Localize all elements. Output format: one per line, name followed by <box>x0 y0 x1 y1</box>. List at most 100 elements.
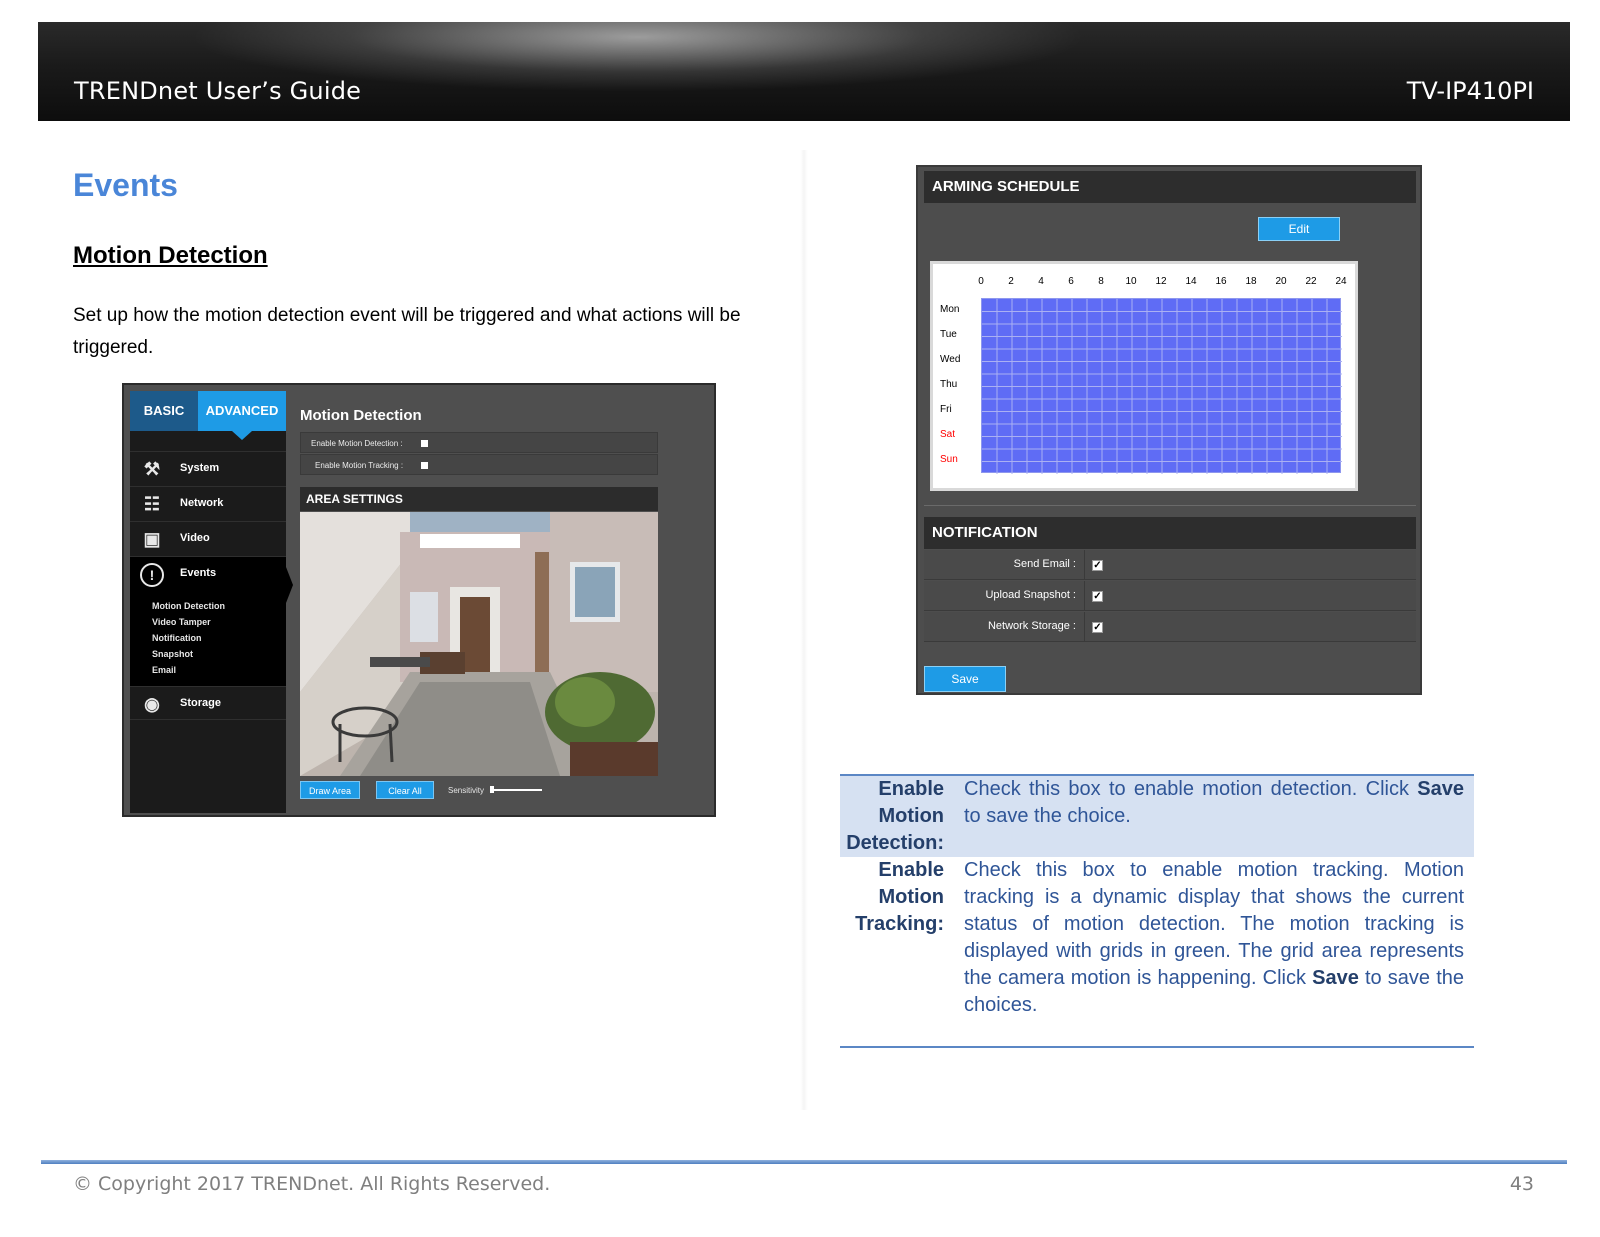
table-row: Enable Motion Detection: Check this box … <box>840 776 1474 857</box>
enable-motion-tracking-checkbox[interactable] <box>421 462 428 469</box>
notification-header: NOTIFICATION <box>924 517 1416 549</box>
storage-disk-icon: ◉ <box>144 694 160 714</box>
camera-main-panel: Motion Detection Enable Motion Detection… <box>294 391 710 813</box>
system-tools-icon: ⚒ <box>143 459 161 479</box>
send-email-checkbox[interactable]: ✓ <box>1092 560 1103 571</box>
page-header: TRENDnet User’s Guide TV-IP410PI <box>38 22 1570 121</box>
day-label: Tue <box>940 329 957 340</box>
exclamation-icon: ! <box>140 563 164 587</box>
definition-text: to save the choice. <box>964 805 1131 827</box>
day-label: Wed <box>940 354 961 365</box>
edit-schedule-button[interactable]: Edit <box>1258 217 1340 241</box>
upload-snapshot-label: Upload Snapshot : <box>985 589 1076 601</box>
enable-motion-tracking-label: Enable Motion Tracking : <box>315 461 404 470</box>
network-icon: ☷ <box>143 494 161 514</box>
network-storage-checkbox[interactable]: ✓ <box>1092 622 1103 633</box>
arming-notification-panel: ARMING SCHEDULE Edit 0 2 4 6 8 10 12 14 … <box>916 165 1422 695</box>
table-definition: Check this box to enable motion tracking… <box>952 857 1474 1019</box>
tab-basic[interactable]: BASIC <box>130 391 198 431</box>
enable-motion-tracking-row: Enable Motion Tracking : <box>300 454 658 475</box>
hour-label: 20 <box>1275 276 1287 287</box>
sidebar-item-video[interactable]: ▣ Video <box>130 521 286 555</box>
submenu-notification[interactable]: Notification <box>152 633 202 643</box>
row-divider <box>1084 550 1085 580</box>
day-label: Fri <box>940 404 952 415</box>
sidebar-item-storage[interactable]: ◉ Storage <box>130 686 286 720</box>
footer-rule <box>41 1160 1567 1164</box>
clear-all-button[interactable]: Clear All <box>376 781 434 799</box>
hour-label: 18 <box>1245 276 1257 287</box>
draw-area-button[interactable]: Draw Area <box>300 781 360 799</box>
table-row: Enable Motion Tracking: Check this box t… <box>840 857 1474 1019</box>
tab-advanced[interactable]: ADVANCED <box>198 391 286 431</box>
sidebar-item-label: Network <box>180 497 224 509</box>
copyright: © Copyright 2017 TRENDnet. All Rights Re… <box>73 1173 551 1195</box>
term-line: Detection: <box>846 832 944 854</box>
sidebar-item-label: System <box>180 462 220 474</box>
active-tab-pointer <box>232 431 252 440</box>
table-definition: Check this box to enable motion detectio… <box>952 776 1474 857</box>
day-label: Thu <box>940 379 958 390</box>
arming-schedule-header: ARMING SCHEDULE <box>924 171 1416 203</box>
upload-snapshot-row: Upload Snapshot : ✓ <box>924 581 1416 611</box>
enable-motion-detection-label: Enable Motion Detection : <box>311 439 403 448</box>
sidebar-item-events[interactable]: ! Events Motion Detection Video Tamper N… <box>130 556 286 686</box>
column-divider <box>800 150 808 1110</box>
table-term: Enable Motion Tracking: <box>840 857 952 1019</box>
enable-motion-detection-checkbox[interactable] <box>421 440 428 447</box>
schedule-grid[interactable] <box>981 298 1342 474</box>
video-camera-icon: ▣ <box>143 529 161 549</box>
term-line: Motion <box>878 886 944 908</box>
sidebar-item-label: Events <box>180 567 217 579</box>
settings-description-table: Enable Motion Detection: Check this box … <box>840 774 1474 1019</box>
submenu-motion-detection[interactable]: Motion Detection <box>152 601 225 611</box>
term-line: Tracking: <box>855 913 944 935</box>
definition-bold: Save <box>1312 967 1359 989</box>
day-label-weekend: Sat <box>940 429 956 440</box>
hour-label: 4 <box>1038 276 1044 287</box>
schedule-grid-lines <box>982 299 1342 474</box>
sidebar-item-system[interactable]: ⚒ System <box>130 451 286 485</box>
row-divider <box>1084 612 1085 642</box>
area-settings-header: AREA SETTINGS <box>300 487 658 511</box>
table-bottom-rule <box>840 1046 1474 1048</box>
hour-label: 10 <box>1125 276 1137 287</box>
submenu-snapshot[interactable]: Snapshot <box>152 649 193 659</box>
table-term: Enable Motion Detection: <box>840 776 952 857</box>
day-label-weekend: Sun <box>940 454 958 465</box>
subsection-title: Motion Detection <box>73 242 268 269</box>
hour-label: 24 <box>1335 276 1347 287</box>
hour-label: 16 <box>1215 276 1227 287</box>
definition-bold: Save <box>1417 778 1464 800</box>
upload-snapshot-checkbox[interactable]: ✓ <box>1092 591 1103 602</box>
definition-text: Check this box to enable motion detectio… <box>964 778 1418 800</box>
hour-label: 22 <box>1305 276 1317 287</box>
term-line: Enable <box>878 778 944 800</box>
section-title: Events <box>73 167 178 203</box>
panel-separator <box>924 505 1416 513</box>
porch-photo-icon <box>300 512 658 776</box>
save-button[interactable]: Save <box>924 666 1006 692</box>
send-email-row: Send Email : ✓ <box>924 550 1416 580</box>
sensitivity-label: Sensitivity <box>448 786 485 795</box>
row-divider <box>1084 581 1085 611</box>
submenu-video-tamper[interactable]: Video Tamper <box>152 617 211 627</box>
term-line: Enable <box>878 859 944 881</box>
hour-label: 2 <box>1008 276 1014 287</box>
page-number: 43 <box>1509 1173 1534 1195</box>
sidebar-item-network[interactable]: ☷ Network <box>130 486 286 520</box>
sensitivity-slider-handle[interactable] <box>490 786 494 793</box>
sensitivity-slider[interactable] <box>492 789 542 791</box>
camera-page-title: Motion Detection <box>300 407 422 424</box>
sidebar-item-label: Video <box>180 532 210 544</box>
hour-label: 0 <box>978 276 984 287</box>
hour-label: 12 <box>1155 276 1167 287</box>
model-name: TV-IP410PI <box>1406 77 1534 105</box>
hour-label: 8 <box>1098 276 1104 287</box>
camera-live-view[interactable] <box>300 512 658 776</box>
network-storage-row: Network Storage : ✓ <box>924 612 1416 642</box>
submenu-email[interactable]: Email <box>152 665 176 675</box>
enable-motion-detection-row: Enable Motion Detection : <box>300 432 658 453</box>
network-storage-label: Network Storage : <box>987 620 1076 632</box>
camera-sidebar: BASIC ADVANCED ⚒ System ☷ Network ▣ Vide… <box>130 391 293 813</box>
